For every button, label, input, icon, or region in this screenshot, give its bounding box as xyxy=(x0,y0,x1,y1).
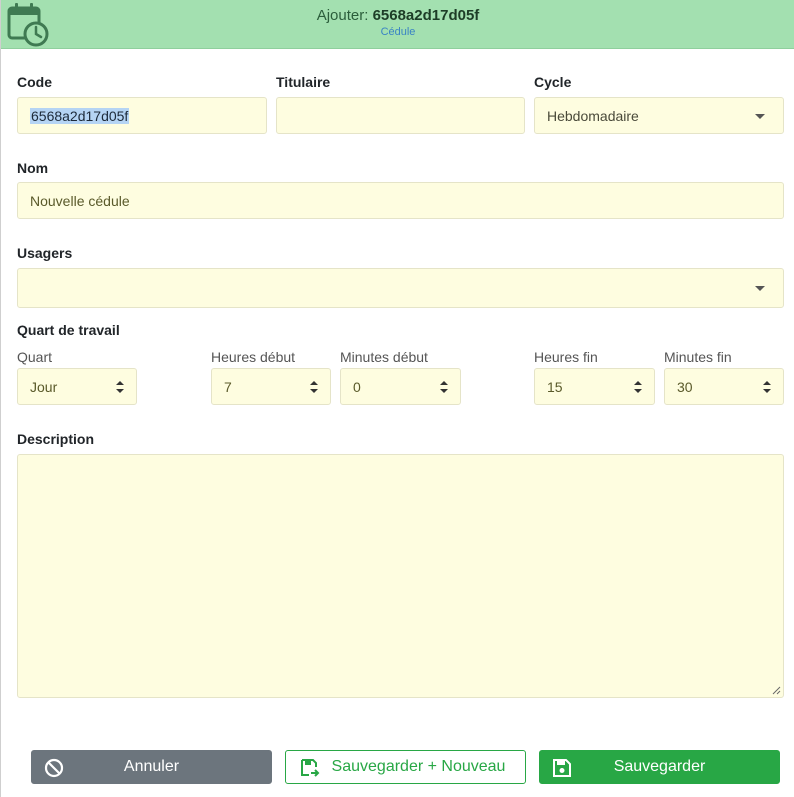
quart-section-label: Quart de travail xyxy=(17,322,120,338)
minutes-debut-select[interactable]: 0 xyxy=(340,368,461,405)
dialog: Ajouter: 6568a2d17d05f Cédule Code 6568a… xyxy=(0,0,794,797)
save-button-label: Sauvegarder xyxy=(613,758,706,775)
quart-label: Quart xyxy=(17,349,53,365)
cancel-button-label: Annuler xyxy=(123,758,180,775)
cycle-value: Hebdomadaire xyxy=(547,107,639,124)
code-value: 6568a2d17d05f xyxy=(30,107,130,124)
code-field[interactable]: 6568a2d17d05f xyxy=(17,97,267,134)
heures-fin-select[interactable]: 15 xyxy=(534,368,655,405)
minutes-debut-label: Minutes début xyxy=(340,349,428,365)
heures-debut-value: 7 xyxy=(224,378,232,395)
description-textarea[interactable] xyxy=(17,454,784,698)
chevron-down-icon xyxy=(755,113,765,119)
minutes-fin-value: 30 xyxy=(677,378,693,395)
usagers-select[interactable] xyxy=(17,268,784,308)
ban-icon xyxy=(44,758,64,778)
description-label: Description xyxy=(17,431,95,447)
heures-fin-label: Heures fin xyxy=(534,349,598,365)
dialog-subtitle: Cédule xyxy=(380,26,416,38)
title-code: 6568a2d17d05f xyxy=(372,7,480,24)
save-button[interactable]: Sauvegarder xyxy=(539,750,780,784)
titulaire-field[interactable] xyxy=(276,97,525,134)
updown-icon xyxy=(116,380,124,393)
quart-value: Jour xyxy=(30,378,58,395)
cycle-select[interactable]: Hebdomadaire xyxy=(534,97,784,134)
updown-icon xyxy=(310,380,318,393)
heures-fin-value: 15 xyxy=(547,378,563,395)
heures-debut-label: Heures début xyxy=(211,349,296,365)
nom-label: Nom xyxy=(17,160,49,176)
dialog-title: Ajouter: 6568a2d17d05f xyxy=(1,7,794,24)
title-prefix: Ajouter: xyxy=(316,7,373,24)
cancel-button[interactable]: Annuler xyxy=(31,750,272,784)
updown-icon xyxy=(763,380,771,393)
save-icon xyxy=(553,759,571,777)
minutes-debut-value: 0 xyxy=(353,378,361,395)
updown-icon xyxy=(440,380,448,393)
cycle-label: Cycle xyxy=(534,74,572,90)
minutes-fin-label: Minutes fin xyxy=(664,349,732,365)
save-and-new-button[interactable]: Sauvegarder + Nouveau xyxy=(285,750,526,784)
updown-icon xyxy=(634,380,642,393)
save-new-icon xyxy=(301,759,320,777)
resize-grip-icon[interactable] xyxy=(772,686,781,695)
code-label: Code xyxy=(17,74,52,90)
dialog-header: Ajouter: 6568a2d17d05f Cédule xyxy=(1,0,794,49)
nom-field[interactable]: Nouvelle cédule xyxy=(17,182,784,219)
save-and-new-button-label: Sauvegarder + Nouveau xyxy=(331,758,506,775)
usagers-label: Usagers xyxy=(17,245,73,261)
heures-debut-select[interactable]: 7 xyxy=(211,368,331,405)
quart-select[interactable]: Jour xyxy=(17,368,137,405)
titulaire-label: Titulaire xyxy=(276,74,331,90)
nom-value: Nouvelle cédule xyxy=(30,192,130,209)
chevron-down-icon xyxy=(755,286,765,291)
minutes-fin-select[interactable]: 30 xyxy=(664,368,784,405)
